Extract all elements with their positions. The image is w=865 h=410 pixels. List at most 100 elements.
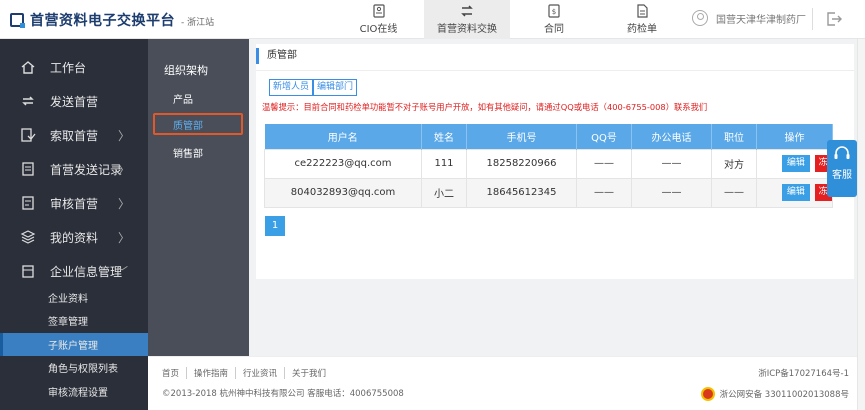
org-structure-title: 组织架构 <box>164 64 208 77</box>
cell-office-phone: —— <box>631 148 712 179</box>
org-item-quality[interactable]: 质管部 <box>153 113 243 135</box>
notice-text: 温馨提示：目前合同和药检单功能暂不对子账号用户开放，如有其他疑问，请通过QQ或电… <box>262 102 708 112</box>
topnav-label: CIO在线 <box>359 24 398 35</box>
footer-link-about[interactable]: 关于我们 <box>285 367 333 379</box>
cell-name: 小二 <box>421 177 467 208</box>
footer-link-home[interactable]: 首页 <box>162 367 188 379</box>
public-security-record[interactable]: 浙公网安备 33011002013088号 <box>700 387 849 401</box>
chevron-right-icon: 〉 <box>118 162 131 177</box>
divider <box>812 8 813 30</box>
logo-text: 首营资料电子交换平台 <box>30 13 175 29</box>
add-member-button[interactable]: 新增人员 <box>269 79 314 96</box>
edit-button[interactable]: 编辑 <box>782 155 810 172</box>
sidebar-item-request[interactable]: 索取首营 〉 <box>0 118 148 152</box>
subitem-label: 角色与权限列表 <box>48 364 118 375</box>
topnav-label: 药检单 <box>627 24 657 35</box>
send-icon <box>22 96 34 106</box>
footer-link-news[interactable]: 行业资讯 <box>236 367 286 379</box>
clipboard-icon <box>22 162 34 176</box>
id-card-icon <box>372 4 385 18</box>
edit-department-button[interactable]: 编辑部门 <box>313 79 358 96</box>
subitem-company-data[interactable]: 企业资料 <box>0 286 148 309</box>
cell-username: 804032893@qq.com <box>264 177 422 208</box>
user-icon <box>692 10 708 26</box>
org-item-label: 销售部 <box>173 148 203 160</box>
layers-icon <box>20 230 36 244</box>
org-item-label: 质管部 <box>173 120 203 132</box>
document-icon <box>637 4 648 18</box>
table-header: 用户名 姓名 手机号 QQ号 办公电话 职位 操作 <box>264 124 833 149</box>
chevron-right-icon: 〉 <box>118 128 131 143</box>
subitem-audit-flow[interactable]: 审核流程设置 <box>0 380 148 403</box>
sidebar-item-label: 索取首营 <box>50 128 99 143</box>
sidebar-item-company-info[interactable]: 企业信息管理 ﹀ <box>0 254 148 288</box>
topnav-cio[interactable]: CIO在线 <box>341 0 416 39</box>
sidebar-item-label: 首营发送记录 <box>50 162 123 177</box>
org-item-label: 产品 <box>173 94 193 106</box>
page-button-1[interactable]: 1 <box>265 216 285 236</box>
cell-qq: —— <box>576 148 632 179</box>
top-bar: 首营资料电子交换平台 - 浙江站 CIO在线 首营资料交换 $ 合同 药检单 国… <box>0 0 865 39</box>
subitem-subaccount-management[interactable]: 子账户管理 <box>0 333 148 356</box>
sidebar-item-send[interactable]: 发送首营 <box>0 84 148 118</box>
copyright-text: ©2013-2018 杭州神中科技有限公司 客服电话：4006755008 <box>162 389 404 399</box>
customer-service-label: 客服 <box>832 170 852 181</box>
company-name: 国营天津华津制药厂 <box>716 14 806 26</box>
audit-icon <box>22 196 34 210</box>
subitem-roles-permissions[interactable]: 角色与权限列表 <box>0 356 148 379</box>
subitem-label: 子账户管理 <box>48 341 98 352</box>
divider <box>256 70 854 71</box>
scrollbar[interactable] <box>857 39 865 410</box>
topnav-label: 合同 <box>544 24 564 35</box>
icp-link[interactable]: 浙ICP备17027164号-1 <box>758 367 849 379</box>
building-icon <box>22 265 34 278</box>
public-security-text: 浙公网安备 33011002013088号 <box>719 390 849 400</box>
col-name: 姓名 <box>421 124 467 149</box>
footer-link-guide[interactable]: 操作指南 <box>187 367 237 379</box>
cell-phone: 18258220966 <box>466 148 577 179</box>
topnav-label: 首营资料交换 <box>437 24 497 35</box>
org-item-product[interactable]: 产品 <box>153 87 243 109</box>
cell-actions: 编辑 冻结 <box>756 177 833 208</box>
station-label: - 浙江站 <box>181 18 215 28</box>
sidebar-item-send-records[interactable]: 首营发送记录 〉 <box>0 152 148 186</box>
sidebar-item-label: 我的资料 <box>50 230 99 245</box>
chevron-right-icon: 〉 <box>118 196 131 211</box>
col-phone: 手机号 <box>466 124 577 149</box>
topnav-inspection[interactable]: 药检单 <box>604 0 680 39</box>
customer-service-button[interactable]: 客服 <box>827 140 857 197</box>
sidebar-item-workbench[interactable]: 工作台 <box>0 50 148 84</box>
col-office-phone: 办公电话 <box>631 124 712 149</box>
table-row: ce222223@qq.com 111 18258220966 —— —— 对方… <box>264 148 833 179</box>
col-qq: QQ号 <box>576 124 632 149</box>
department-panel: 质管部 新增人员 编辑部门 温馨提示：目前合同和药检单功能暂不对子账号用户开放，… <box>256 44 854 279</box>
topnav-contract[interactable]: $ 合同 <box>520 0 588 39</box>
footer: 首页 操作指南 行业资讯 关于我们 ©2013-2018 杭州神中科技有限公司 … <box>148 356 857 410</box>
subitem-label: 企业资料 <box>48 294 88 305</box>
org-item-sales[interactable]: 销售部 <box>153 141 243 163</box>
subitem-label: 签章管理 <box>48 317 88 328</box>
sidebar-item-label: 企业信息管理 <box>50 264 123 279</box>
sidebar-item-my-data[interactable]: 我的资料 〉 <box>0 220 148 254</box>
col-position: 职位 <box>711 124 757 149</box>
main-content: 质管部 新增人员 编辑部门 温馨提示：目前合同和药检单功能暂不对子账号用户开放，… <box>249 39 857 356</box>
contract-icon: $ <box>548 4 560 18</box>
members-table: 用户名 姓名 手机号 QQ号 办公电话 职位 操作 ce222223@qq.co… <box>264 124 833 208</box>
logout-icon[interactable] <box>826 11 842 27</box>
logo-mark-icon <box>10 13 25 28</box>
user-menu[interactable]: 国营天津华津制药厂 <box>692 10 806 26</box>
svg-text:$: $ <box>552 8 556 16</box>
sidebar-item-audit[interactable]: 审核首营 〉 <box>0 186 148 220</box>
cell-actions: 编辑 冻结 <box>756 148 833 179</box>
edit-button[interactable]: 编辑 <box>782 184 810 201</box>
topnav-exchange[interactable]: 首营资料交换 <box>424 0 510 39</box>
table-row: 804032893@qq.com 小二 18645612345 —— —— ——… <box>264 177 833 208</box>
headset-icon <box>834 146 850 159</box>
police-badge-icon <box>700 387 715 401</box>
subitem-seal-management[interactable]: 签章管理 <box>0 309 148 332</box>
chevron-down-icon: ﹀ <box>116 264 129 279</box>
home-icon <box>21 61 35 74</box>
cell-phone: 18645612345 <box>466 177 577 208</box>
logo[interactable]: 首营资料电子交换平台 - 浙江站 <box>10 10 214 30</box>
subitem-label: 审核流程设置 <box>48 388 108 399</box>
